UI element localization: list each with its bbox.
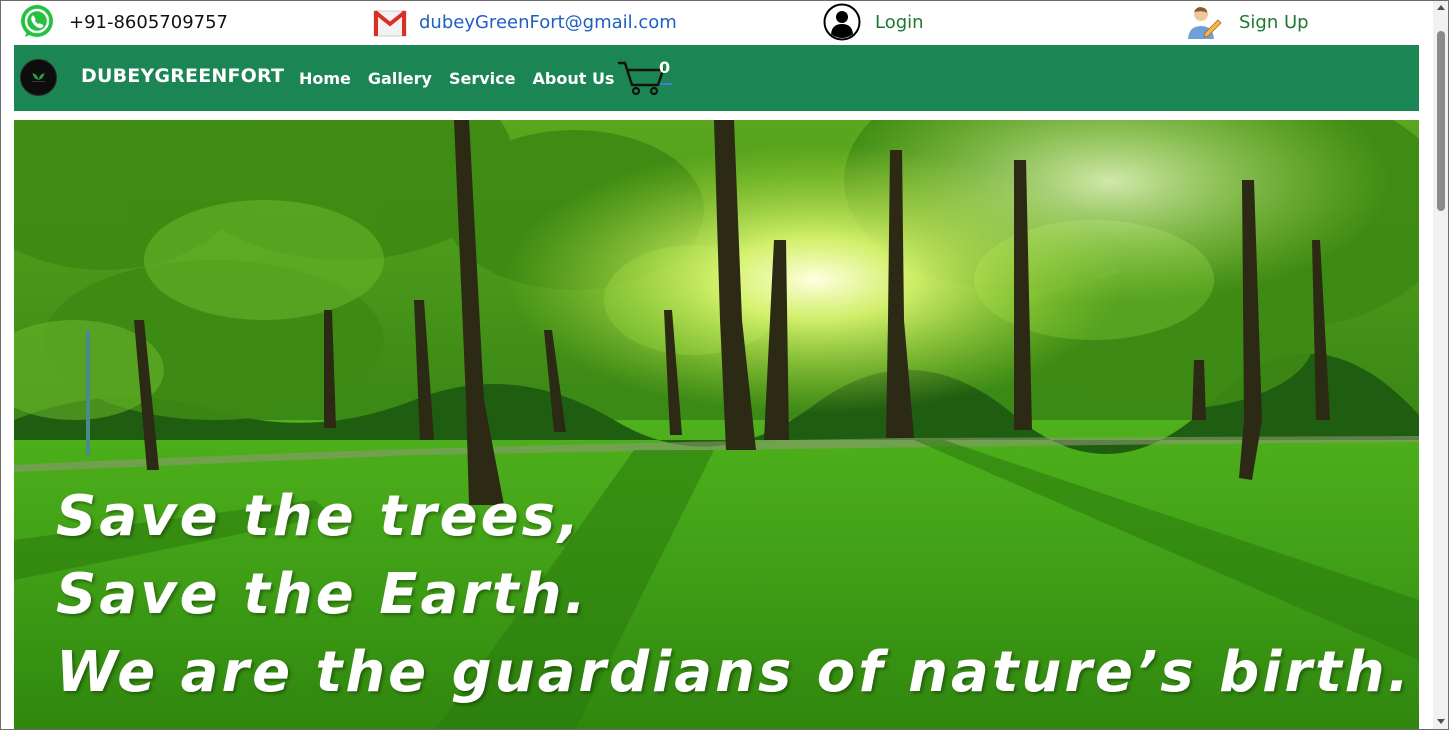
gmail-icon xyxy=(373,10,407,37)
nav-service[interactable]: Service xyxy=(449,69,516,88)
signup-link[interactable]: Sign Up xyxy=(1185,4,1309,40)
user-circle-icon xyxy=(823,3,861,41)
email-contact[interactable]: dubeyGreenFort@gmail.com xyxy=(373,4,677,40)
email-link[interactable]: dubeyGreenFort@gmail.com xyxy=(419,12,677,33)
hero-banner: Save the trees, Save the Earth. We are t… xyxy=(14,120,1419,729)
leaf-logo-icon xyxy=(32,73,45,82)
nav-gallery[interactable]: Gallery xyxy=(368,69,432,88)
contact-bar: +91-8605709757 dubeyGreenFort@gmail.com … xyxy=(1,1,1433,43)
hero-quote-line-3: We are the guardians of nature’s birth. xyxy=(56,640,1412,705)
signup-label: Sign Up xyxy=(1239,11,1309,33)
main-navbar: DUBEYGREENFORT Home Gallery Service Abou… xyxy=(14,45,1419,111)
phone-number: +91-8605709757 xyxy=(69,11,229,33)
user-pen-icon xyxy=(1188,7,1222,39)
whatsapp-icon xyxy=(21,5,53,37)
hero-quote: Save the trees, Save the Earth. We are t… xyxy=(56,478,1412,712)
vertical-scrollbar[interactable] xyxy=(1433,1,1448,729)
phone-contact[interactable]: +91-8605709757 xyxy=(19,4,228,40)
login-link[interactable]: Login xyxy=(823,3,924,41)
scroll-up-arrow-icon[interactable] xyxy=(1437,5,1445,10)
login-label: Login xyxy=(875,11,924,33)
hero-quote-line-1: Save the trees, xyxy=(56,484,583,549)
scroll-down-arrow-icon[interactable] xyxy=(1437,719,1445,724)
nav-about-us[interactable]: About Us xyxy=(533,69,615,88)
cart-count-badge: 0 xyxy=(659,58,671,77)
brand-logo[interactable] xyxy=(20,59,57,96)
brand-name[interactable]: DUBEYGREENFORT xyxy=(81,65,284,87)
browser-viewport: +91-8605709757 dubeyGreenFort@gmail.com … xyxy=(0,0,1449,730)
nav-links: Home Gallery Service About Us xyxy=(299,69,614,88)
nav-home[interactable]: Home xyxy=(299,69,351,88)
hero-quote-line-2: Save the Earth. xyxy=(56,562,589,627)
cart-count-underline xyxy=(660,83,672,85)
scrollbar-thumb[interactable] xyxy=(1437,31,1445,211)
